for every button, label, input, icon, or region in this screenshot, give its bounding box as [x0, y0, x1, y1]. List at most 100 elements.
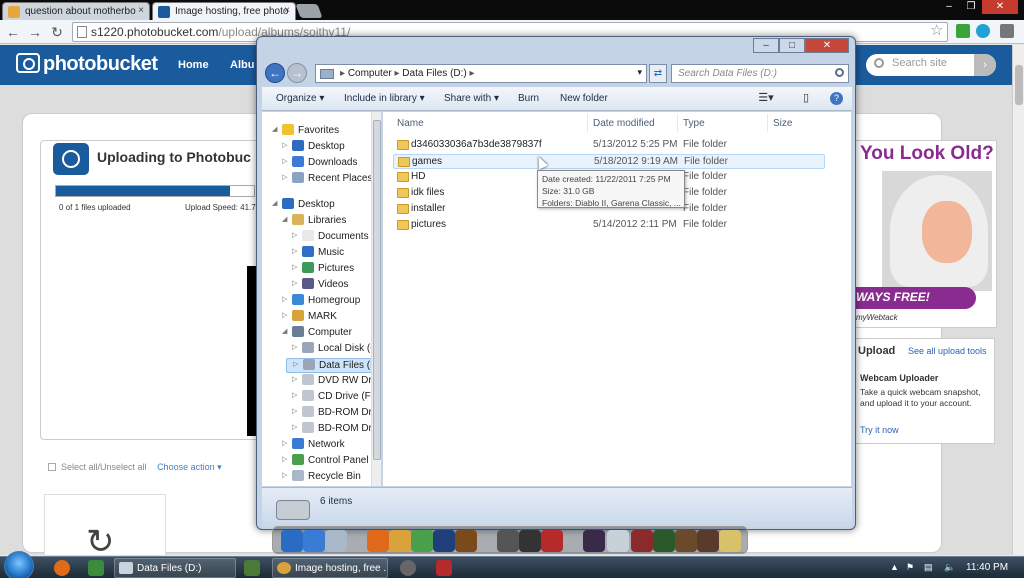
- collapsed-arrow-icon[interactable]: ▷: [292, 375, 297, 383]
- column-separator[interactable]: [677, 114, 678, 132]
- bookmark-star-icon[interactable]: ☆: [930, 21, 943, 39]
- nav-item[interactable]: ◢ Favorites: [272, 124, 339, 139]
- collapsed-arrow-icon[interactable]: ▷: [282, 455, 287, 463]
- forward-arrow-icon[interactable]: →: [26, 23, 44, 41]
- nav-item[interactable]: ▷ Downloads: [282, 156, 357, 171]
- volume-icon[interactable]: 🔈: [944, 562, 955, 573]
- utorrent-icon[interactable]: [411, 530, 433, 552]
- see-all-upload-tools-link[interactable]: See all upload tools: [908, 346, 987, 356]
- nav-item[interactable]: ◢ Libraries: [282, 214, 346, 229]
- collapsed-arrow-icon[interactable]: ▷: [282, 141, 287, 149]
- column-separator[interactable]: [767, 114, 768, 132]
- explorer-icon[interactable]: [303, 530, 325, 552]
- scrollbar-thumb[interactable]: [373, 120, 381, 460]
- collapsed-arrow-icon[interactable]: ▷: [282, 157, 287, 165]
- close-icon[interactable]: ✕: [982, 0, 1018, 14]
- start-button[interactable]: [4, 551, 34, 578]
- nav-item[interactable]: ▷ Data Files (D:): [286, 358, 377, 373]
- collapsed-arrow-icon[interactable]: ▷: [292, 231, 297, 239]
- refresh-icon[interactable]: ⇄: [649, 64, 667, 83]
- tab-close-icon[interactable]: ×: [138, 5, 144, 16]
- collapsed-arrow-icon[interactable]: ▷: [282, 311, 287, 319]
- help-icon[interactable]: ?: [830, 92, 843, 105]
- nav-albums[interactable]: Albu: [230, 59, 254, 71]
- app-icon[interactable]: [88, 560, 104, 576]
- nav-item[interactable]: ▷ Recent Places: [282, 172, 372, 187]
- minimize-icon[interactable]: –: [753, 38, 779, 53]
- collapsed-arrow-icon[interactable]: ▷: [292, 343, 297, 351]
- photobucket-logo[interactable]: photobucket: [16, 53, 158, 76]
- close-icon[interactable]: ✕: [805, 38, 849, 53]
- firefox-icon[interactable]: [367, 530, 389, 552]
- column-separator[interactable]: [587, 114, 588, 132]
- nav-home[interactable]: Home: [178, 59, 209, 71]
- breadcrumb-data-files[interactable]: Data Files (D:): [402, 68, 466, 79]
- address-dropdown-icon[interactable]: ▾: [637, 67, 642, 78]
- share-with-button[interactable]: Share with ▾: [444, 93, 499, 104]
- collapsed-arrow-icon[interactable]: ▷: [282, 439, 287, 447]
- game-icon[interactable]: [675, 530, 697, 552]
- nav-item[interactable]: ▷ Desktop: [282, 140, 345, 155]
- firefox-icon[interactable]: [54, 560, 70, 576]
- maximize-icon[interactable]: ❐: [960, 0, 982, 14]
- tab-question-motherboard[interactable]: question about motherbo ×: [2, 2, 150, 20]
- photoshop-icon[interactable]: [433, 530, 455, 552]
- collapsed-arrow-icon[interactable]: ▷: [282, 471, 287, 479]
- flag-icon[interactable]: ⚑: [906, 562, 914, 573]
- spreadsheet-icon[interactable]: [244, 560, 260, 576]
- maximize-icon[interactable]: □: [779, 38, 805, 53]
- collapsed-arrow-icon[interactable]: ▷: [292, 279, 297, 287]
- nav-item[interactable]: ▷ Control Panel: [282, 454, 369, 469]
- signal-extension-icon[interactable]: [956, 24, 970, 38]
- taskbar-explorer-button[interactable]: Data Files (D:): [114, 558, 236, 578]
- back-arrow-icon[interactable]: ←: [265, 63, 285, 83]
- chat-icon[interactable]: [653, 530, 675, 552]
- file-row[interactable]: games 5/18/2012 9:19 AM File folder: [393, 154, 825, 169]
- tank-game-icon[interactable]: [497, 530, 519, 552]
- recycle-bin-icon[interactable]: [325, 530, 347, 552]
- organize-button[interactable]: Organize ▾: [276, 93, 324, 104]
- collapsed-arrow-icon[interactable]: ▷: [292, 263, 297, 271]
- explorer-address-bar[interactable]: ▸ Computer ▸ Data Files (D:) ▸ ▾: [315, 64, 647, 83]
- nav-item[interactable]: ▷ MARK: [282, 310, 337, 325]
- column-name[interactable]: Name: [397, 118, 424, 129]
- column-date-modified[interactable]: Date modified: [593, 118, 655, 129]
- collapsed-arrow-icon[interactable]: ▷: [282, 295, 287, 303]
- expanded-arrow-icon[interactable]: ◢: [282, 215, 287, 223]
- include-in-library-button[interactable]: Include in library ▾: [344, 93, 425, 104]
- try-it-now-link[interactable]: Try it now: [860, 425, 899, 435]
- site-search-input[interactable]: Search site ›: [866, 54, 996, 76]
- tray-expand-icon[interactable]: ▲: [890, 562, 899, 572]
- nav-item[interactable]: ▷ Videos: [292, 278, 348, 293]
- navigation-scrollbar[interactable]: [371, 112, 381, 486]
- forward-arrow-icon[interactable]: →: [287, 63, 307, 83]
- explorer-search-input[interactable]: Search Data Files (D:): [671, 64, 849, 83]
- preview-pane-icon[interactable]: ▯: [798, 91, 814, 105]
- back-arrow-icon[interactable]: ←: [4, 23, 22, 41]
- minimize-icon[interactable]: –: [938, 0, 960, 14]
- collapsed-arrow-icon[interactable]: ▷: [292, 247, 297, 255]
- wrench-icon[interactable]: [1000, 24, 1014, 38]
- reload-icon[interactable]: ↻: [48, 23, 66, 41]
- network-tray-icon[interactable]: ▤: [924, 562, 933, 573]
- chrome-icon[interactable]: [389, 530, 411, 552]
- page-scrollbar[interactable]: [1012, 45, 1024, 555]
- nav-item[interactable]: ▷ Network: [282, 438, 345, 453]
- column-type[interactable]: Type: [683, 118, 705, 129]
- nav-item[interactable]: ▷ Pictures: [292, 262, 354, 277]
- game-icon[interactable]: [697, 530, 719, 552]
- windows-icon[interactable]: [281, 530, 303, 552]
- steam-icon[interactable]: [519, 530, 541, 552]
- clock[interactable]: 11:40 PM: [966, 562, 1008, 573]
- game-icon[interactable]: [631, 530, 653, 552]
- bridge-icon[interactable]: [455, 530, 477, 552]
- folder-icon[interactable]: [719, 530, 741, 552]
- nav-item[interactable]: ◢ Desktop: [272, 198, 335, 213]
- file-row[interactable]: d346033036a7b3de3879837f 5/13/2012 5:25 P…: [393, 138, 825, 153]
- tab-photobucket[interactable]: Image hosting, free photo ×: [152, 2, 296, 20]
- nav-item[interactable]: ▷ BD-ROM Drive: [292, 422, 377, 437]
- breadcrumb-computer[interactable]: Computer: [348, 68, 392, 79]
- view-options-icon[interactable]: ☰▾: [758, 91, 774, 105]
- skull-icon[interactable]: [607, 530, 629, 552]
- nav-item[interactable]: ▷ Homegroup: [282, 294, 360, 309]
